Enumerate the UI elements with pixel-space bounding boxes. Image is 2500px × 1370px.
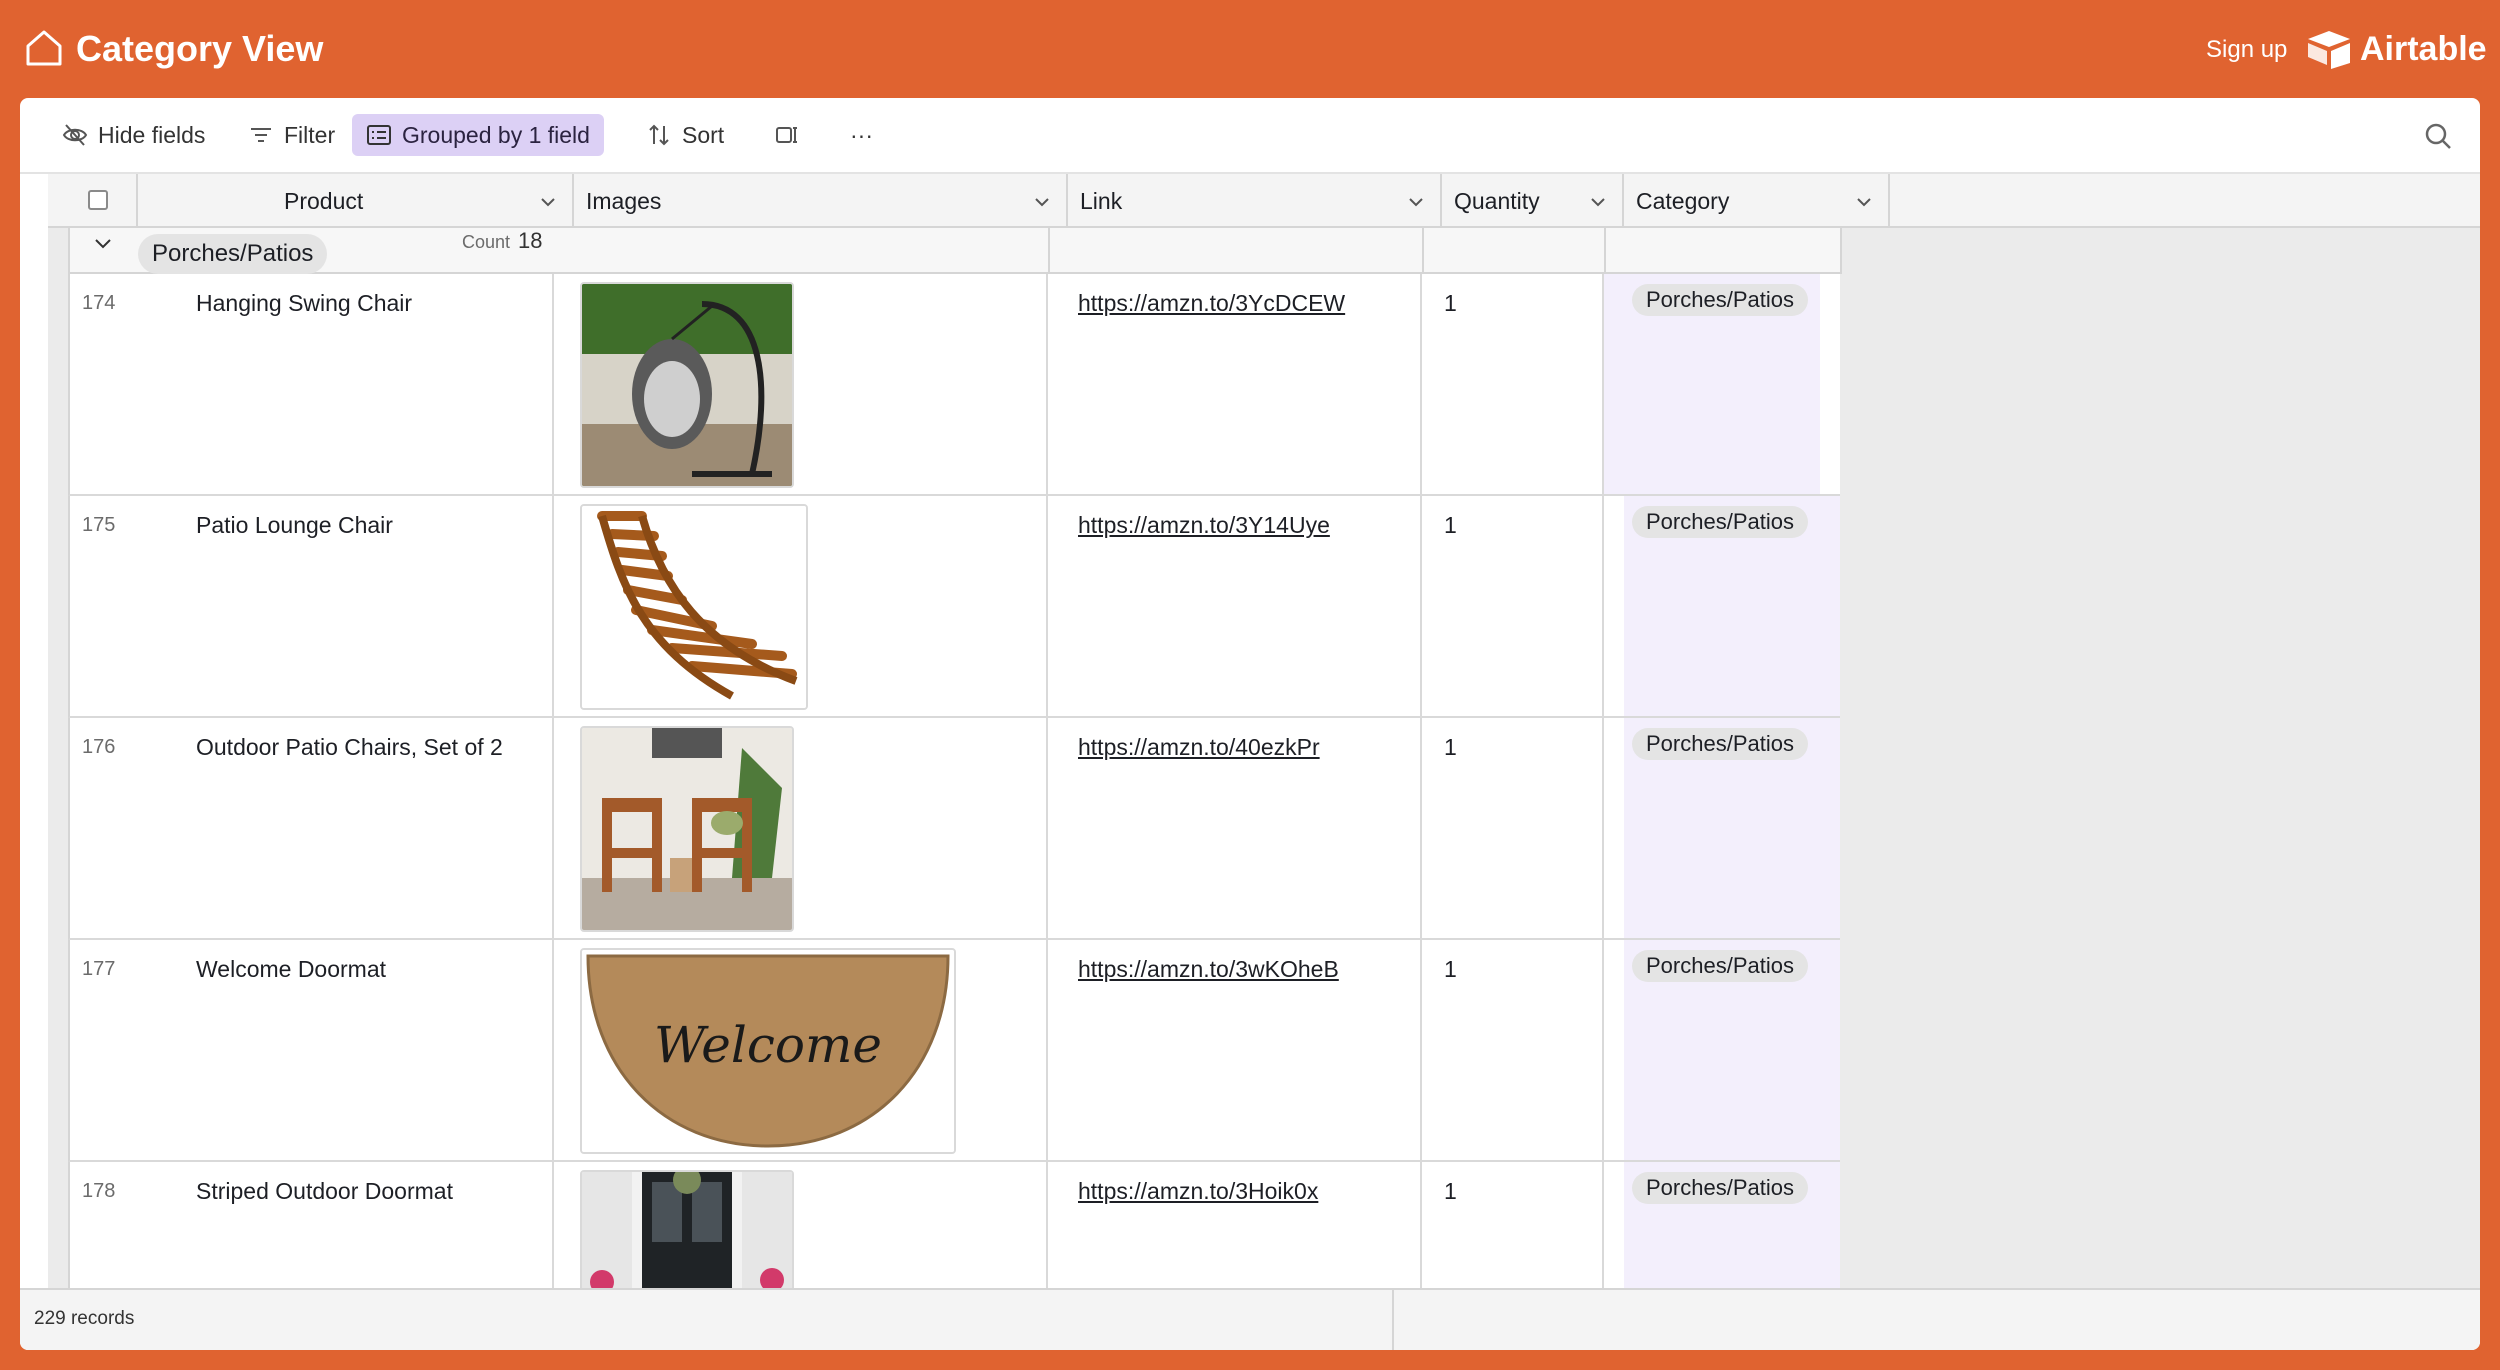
airtable-logo-icon xyxy=(2308,31,2350,69)
main-panel: Hide fields Filter Grouped by 1 field So… xyxy=(20,98,2480,1350)
category-pill: Porches/Patios xyxy=(1632,506,1808,538)
top-bar: Category View Sign up Airtable xyxy=(0,0,2500,98)
column-header-category[interactable]: Category xyxy=(1624,174,1890,228)
images-cell xyxy=(554,940,1048,1160)
product-link[interactable]: https://amzn.to/3wKOheB xyxy=(1078,956,1339,983)
select-all-header xyxy=(48,174,138,228)
sign-up-link[interactable]: Sign up xyxy=(2206,32,2287,68)
brand-name: Airtable xyxy=(2360,29,2487,68)
column-divider xyxy=(1604,228,1606,274)
column-header-row: Product Images Link Quantity Category xyxy=(48,174,2480,228)
chevron-down-icon[interactable] xyxy=(1854,192,1874,212)
column-header-label: Images xyxy=(586,187,662,214)
chevron-down-icon[interactable] xyxy=(1032,192,1052,212)
more-options-button[interactable]: ··· xyxy=(836,114,887,156)
sort-button[interactable]: Sort xyxy=(632,114,738,156)
category-pill: Porches/Patios xyxy=(1632,1172,1808,1204)
record-count: 229 records xyxy=(34,1308,135,1329)
category-pill: Porches/Patios xyxy=(1632,728,1808,760)
product-link[interactable]: https://amzn.to/40ezkPr xyxy=(1078,734,1320,761)
quantity-value[interactable]: 1 xyxy=(1444,1178,1457,1205)
chevron-down-icon[interactable] xyxy=(1406,192,1426,212)
group-header[interactable]: Porches/Patios Count 18 xyxy=(68,228,1842,274)
filter-button[interactable]: Filter xyxy=(234,114,349,156)
column-header-product[interactable]: Product xyxy=(138,174,574,228)
sort-icon xyxy=(649,124,669,146)
product-link[interactable]: https://amzn.to/3YcDCEW xyxy=(1078,290,1345,317)
product-cell-border xyxy=(70,940,554,1160)
row-height-icon xyxy=(776,127,797,143)
images-cell xyxy=(554,274,1048,494)
chevron-down-icon[interactable] xyxy=(538,192,558,212)
table-row[interactable]: 177 Welcome Doormat Welcome https://amzn… xyxy=(68,940,1840,1162)
chevron-down-icon[interactable] xyxy=(92,234,114,256)
search-icon[interactable] xyxy=(2422,120,2454,152)
quantity-value[interactable]: 1 xyxy=(1444,290,1457,317)
group-list-icon xyxy=(367,125,391,145)
column-header-label: Link xyxy=(1080,187,1123,214)
column-header-quantity[interactable]: Quantity xyxy=(1442,174,1624,228)
footer-divider xyxy=(1392,1290,1394,1350)
records-grid: Product Images Link Quantity Category Po… xyxy=(48,174,2480,1288)
sort-label: Sort xyxy=(682,121,725,148)
product-link[interactable]: https://amzn.to/3Hoik0x xyxy=(1078,1178,1318,1205)
images-cell xyxy=(554,1162,1048,1288)
product-cell-border xyxy=(70,496,554,716)
product-cell-border xyxy=(70,274,554,494)
column-header-label: Product xyxy=(284,187,364,214)
group-count-label: Count xyxy=(462,232,511,252)
category-pill: Porches/Patios xyxy=(1632,284,1808,316)
page-title: Category View xyxy=(76,28,324,69)
images-cell xyxy=(554,496,1048,716)
hide-fields-label: Hide fields xyxy=(98,121,206,148)
group-button[interactable]: Grouped by 1 field xyxy=(352,114,604,156)
table-row[interactable]: 178 Striped Outdoor Doormat https://amzn… xyxy=(68,1162,1840,1288)
home-icon[interactable] xyxy=(24,28,64,68)
quantity-value[interactable]: 1 xyxy=(1444,734,1457,761)
column-divider xyxy=(1422,228,1424,274)
airtable-logo[interactable]: Airtable xyxy=(2306,26,2487,72)
summary-bar: 229 records xyxy=(20,1288,2480,1350)
column-header-label: Quantity xyxy=(1454,187,1540,214)
eye-slash-icon xyxy=(62,124,88,146)
table-row[interactable]: 174 Hanging Swing Chair https://amzn.to/… xyxy=(68,274,1840,496)
group-label: Grouped by 1 field xyxy=(402,121,590,148)
filter-icon xyxy=(251,128,271,142)
product-cell-border xyxy=(70,1162,554,1288)
more-options-label: ··· xyxy=(850,121,873,148)
group-name-pill: Porches/Patios xyxy=(138,234,328,274)
product-link[interactable]: https://amzn.to/3Y14Uye xyxy=(1078,512,1330,539)
hide-fields-button[interactable]: Hide fields xyxy=(48,114,219,156)
group-count: 18 xyxy=(518,228,543,253)
column-divider xyxy=(1840,228,1842,274)
table-row[interactable]: 175 Patio Lounge Chair https://amzn.to/3… xyxy=(68,496,1840,718)
filter-label: Filter xyxy=(284,121,336,148)
column-header-link[interactable]: Link xyxy=(1068,174,1442,228)
column-header-images[interactable]: Images xyxy=(574,174,1068,228)
chevron-down-icon[interactable] xyxy=(1588,192,1608,212)
row-height-button[interactable] xyxy=(760,114,814,156)
images-cell xyxy=(554,718,1048,938)
view-toolbar: Hide fields Filter Grouped by 1 field So… xyxy=(20,98,2480,174)
select-all-checkbox[interactable] xyxy=(88,190,108,210)
column-divider xyxy=(1048,228,1050,274)
product-cell-border xyxy=(70,718,554,938)
category-pill: Porches/Patios xyxy=(1632,950,1808,982)
quantity-value[interactable]: 1 xyxy=(1444,956,1457,983)
quantity-value[interactable]: 1 xyxy=(1444,512,1457,539)
table-row[interactable]: 176 Outdoor Patio Chairs, Set of 2 https… xyxy=(68,718,1840,940)
column-header-label: Category xyxy=(1636,187,1730,214)
